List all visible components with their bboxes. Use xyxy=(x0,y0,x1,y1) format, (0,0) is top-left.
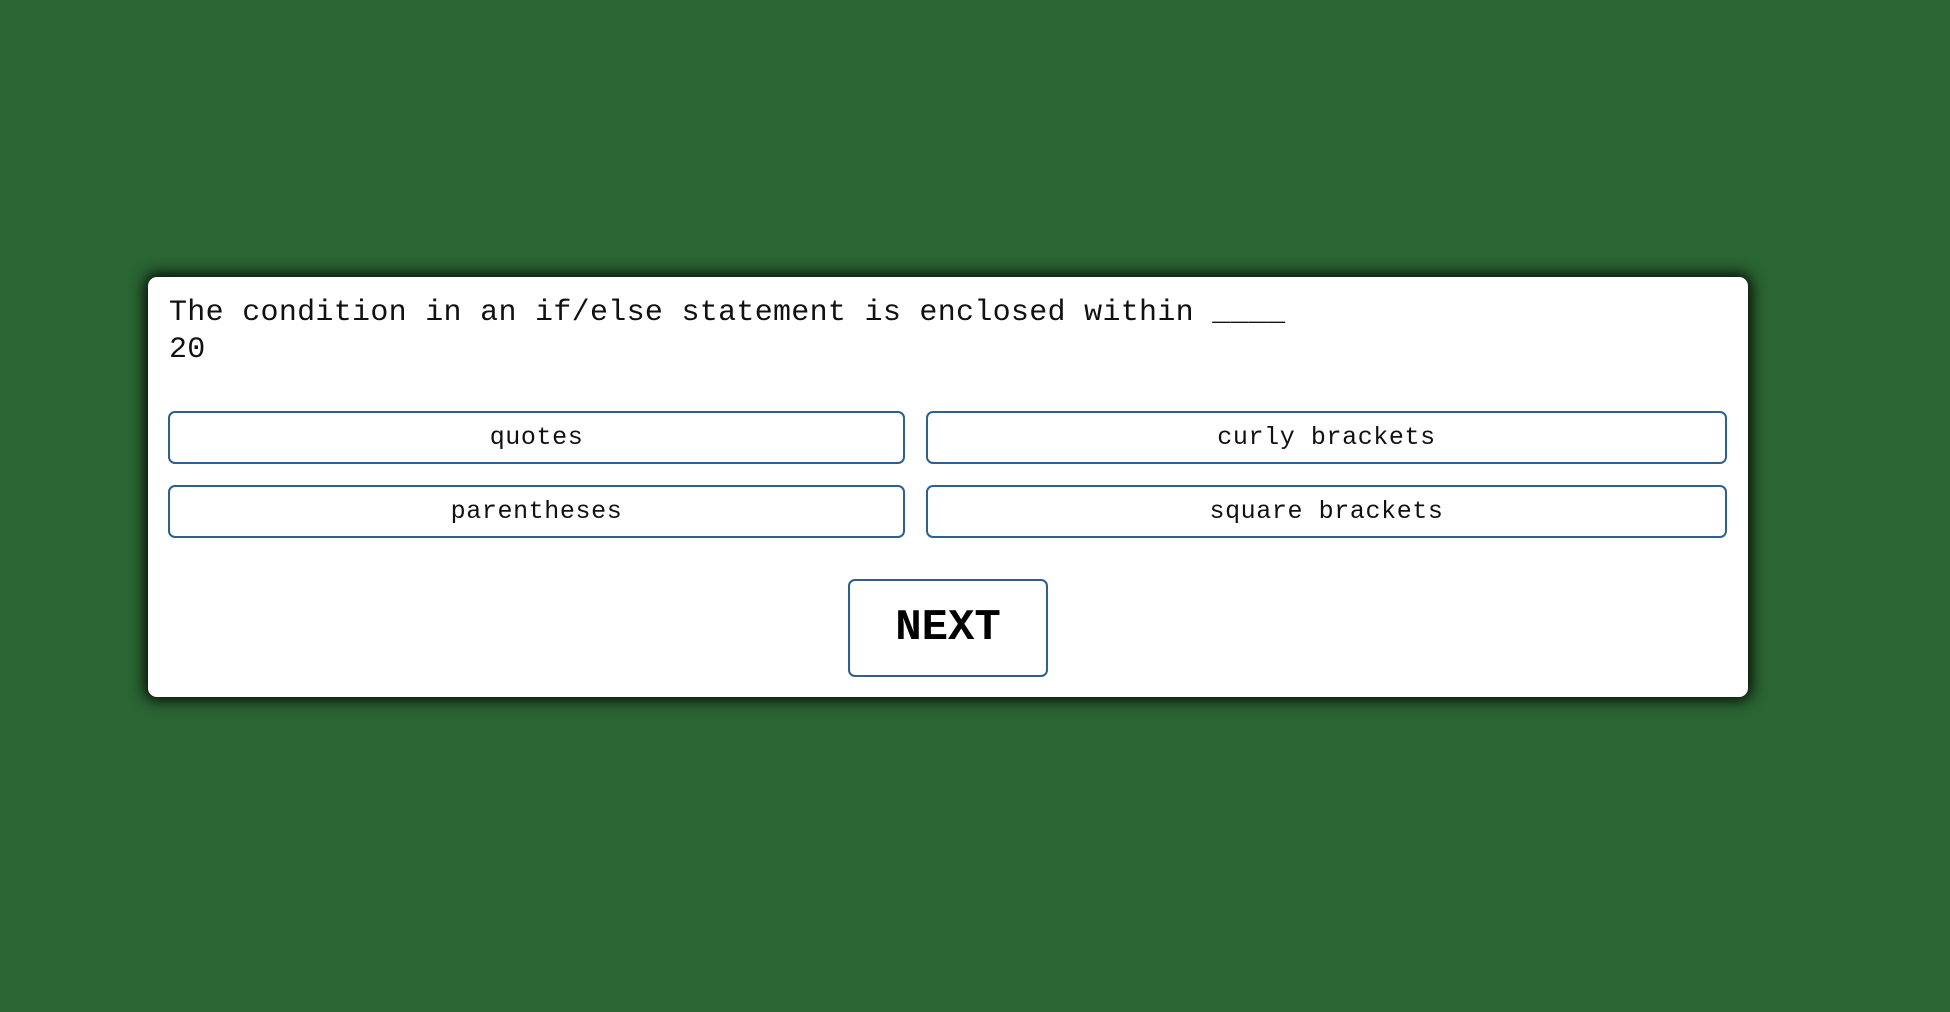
answer-button-parentheses[interactable]: parentheses xyxy=(168,485,905,538)
question-text: The condition in an if/else statement is… xyxy=(169,296,1286,330)
answer-button-square-brackets[interactable]: square brackets xyxy=(926,485,1727,538)
answer-button-quotes[interactable]: quotes xyxy=(168,411,905,464)
answer-button-curly-brackets[interactable]: curly brackets xyxy=(926,411,1727,464)
score-value: 20 xyxy=(169,333,206,367)
quiz-card: The condition in an if/else statement is… xyxy=(148,277,1748,697)
next-button[interactable]: NEXT xyxy=(848,579,1048,677)
